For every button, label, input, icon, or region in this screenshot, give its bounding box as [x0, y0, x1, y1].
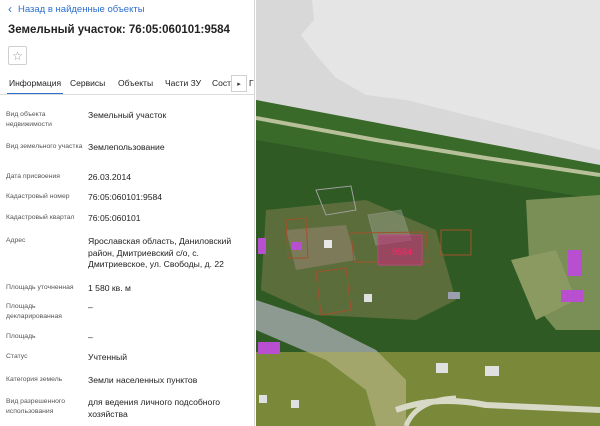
- tab-bar: Информация Сервисы Объекты Части ЗУ Сост…: [0, 73, 254, 95]
- row-key: Площадь: [6, 333, 36, 340]
- map-canvas[interactable]: 9584: [256, 0, 600, 426]
- tab-info[interactable]: Информация: [6, 78, 64, 94]
- row-value: Землепользование: [88, 142, 165, 152]
- page-title: Земельный участок: 76:05:060101:9584: [8, 24, 230, 36]
- row-value: Земельный участок: [88, 110, 167, 120]
- building-marker: [258, 238, 266, 254]
- row-key: Кадастровый квартал: [6, 214, 75, 221]
- back-link-label: Назад в найденные объекты: [18, 3, 145, 15]
- chevron-left-icon: ‹: [8, 2, 12, 16]
- row-key: Категория земель: [6, 376, 63, 383]
- back-link[interactable]: ‹ Назад в найденные объекты: [8, 3, 145, 15]
- row-key: Площадь уточненная: [6, 284, 74, 291]
- row-key: Адрес: [6, 237, 26, 244]
- row-value: 26.03.2014: [88, 172, 132, 182]
- building-marker: [568, 250, 582, 276]
- row-key: Дата присвоения: [6, 173, 60, 180]
- tabs-scroll-right-button[interactable]: ▸: [231, 75, 247, 92]
- map-view[interactable]: 9584: [256, 0, 600, 426]
- row-value: Ярославская область, Даниловский район, …: [88, 236, 232, 269]
- row-key: Вид разрешенного использования: [6, 398, 65, 415]
- row-key: Вид объекта недвижимости: [6, 111, 52, 128]
- parcel-label: 9584: [392, 247, 412, 257]
- row-key: Кадастровый номер: [6, 193, 70, 200]
- building-marker: [292, 242, 302, 250]
- row-key: Площадь декларированная: [6, 303, 62, 320]
- row-value: 76:05:060101:9584: [88, 192, 163, 202]
- tab-objects[interactable]: Объекты: [118, 78, 153, 88]
- row-value: –: [88, 332, 93, 342]
- favorite-button[interactable]: ☆: [8, 46, 27, 65]
- tab-services[interactable]: Сервисы: [70, 78, 105, 88]
- info-panel: ‹ Назад в найденные объекты Земельный уч…: [0, 0, 255, 426]
- row-value: для ведения личного подсобного хозяйства: [88, 397, 221, 419]
- building-marker: [561, 290, 583, 302]
- tab-overflow[interactable]: Г: [249, 78, 254, 88]
- row-key: Вид земельного участка: [6, 143, 83, 150]
- tab-parts[interactable]: Части ЗУ: [165, 78, 201, 88]
- building-marker: [258, 342, 280, 354]
- row-value: Земли населенных пунктов: [88, 375, 198, 385]
- row-value: 1 580 кв. м: [88, 283, 131, 293]
- row-key: Статус: [6, 353, 28, 360]
- row-value: 76:05:060101: [88, 213, 141, 223]
- row-value: Учтенный: [88, 352, 128, 362]
- star-icon: ☆: [12, 48, 23, 63]
- row-value: –: [88, 302, 93, 312]
